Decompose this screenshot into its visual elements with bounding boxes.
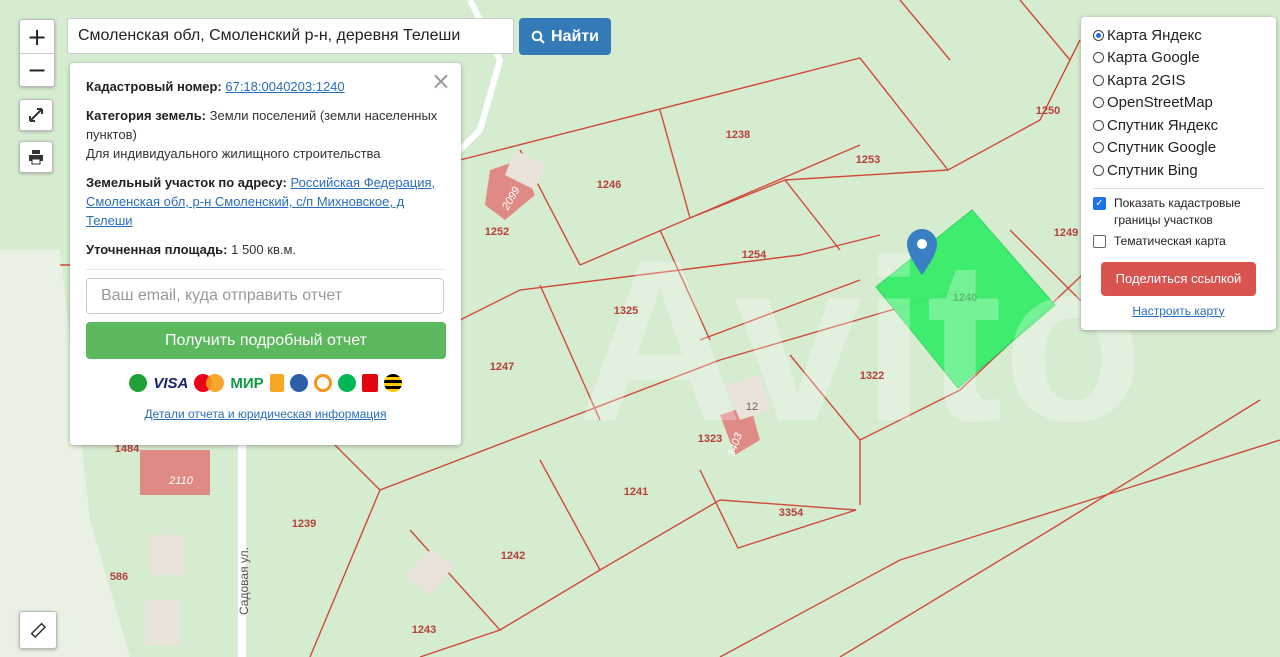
checkbox-checked-icon: ✓ xyxy=(1093,196,1106,210)
parcel-label: 1246 xyxy=(597,179,621,191)
parcel-label: 1323 xyxy=(698,433,722,445)
parcel-label: 1325 xyxy=(614,305,638,317)
radio-icon xyxy=(1093,74,1104,86)
checkbox-icon xyxy=(1093,234,1106,248)
get-report-button[interactable]: Получить подробный отчет xyxy=(86,322,446,359)
layer-option-yandex-map[interactable]: Карта Яндекс xyxy=(1093,24,1264,47)
parcel-label: 1240 xyxy=(953,292,977,304)
webmoney-icon xyxy=(289,374,308,392)
configure-map-link[interactable]: Настроить карту xyxy=(1132,304,1224,318)
zoom-out-button[interactable]: − xyxy=(20,54,54,86)
show-borders-label: Показать кадастровые границы участков xyxy=(1114,195,1241,227)
layers-divider xyxy=(1093,187,1264,189)
beeline-icon xyxy=(383,374,402,392)
email-field[interactable]: Ваш email, куда отправить отчет xyxy=(86,278,444,314)
report-details-link[interactable]: Детали отчета и юридическая информация xyxy=(145,407,387,421)
cadastral-number-link[interactable]: 67:18:0040203:1240 xyxy=(225,79,344,94)
parcel-label: 1243 xyxy=(412,624,436,636)
parcel-label: 1250 xyxy=(1036,105,1060,117)
watermark-text: Avito xyxy=(577,212,1143,469)
radio-selected-icon xyxy=(1093,29,1104,41)
radio-icon xyxy=(1093,142,1104,154)
radio-icon xyxy=(1093,52,1104,64)
ruler-button[interactable] xyxy=(19,611,57,649)
search-button-label: Найти xyxy=(551,27,599,45)
search-input[interactable]: Смоленская обл, Смоленский р-н, деревня … xyxy=(67,18,514,54)
street-label: Садовая ул. xyxy=(237,547,251,615)
layer-option-label: Карта 2GIS xyxy=(1107,71,1186,89)
parcel-label: 1253 xyxy=(856,154,880,166)
radio-icon xyxy=(1093,97,1104,109)
parcel-label: 1252 xyxy=(485,226,509,238)
map-layers-panel: Карта Яндекс Карта Google Карта 2GIS Ope… xyxy=(1081,17,1276,330)
zoom-control: + − xyxy=(19,19,55,87)
layer-option-label: Спутник Яндекс xyxy=(1107,116,1219,134)
layer-option-google-map[interactable]: Карта Google xyxy=(1093,47,1264,70)
layer-option-label: Спутник Bing xyxy=(1107,161,1198,179)
parcel-label: 1238 xyxy=(726,129,750,141)
layer-option-google-satellite[interactable]: Спутник Google xyxy=(1093,137,1264,160)
layer-option-label: Спутник Google xyxy=(1107,139,1217,157)
layer-option-label: Карта Google xyxy=(1107,49,1200,67)
parcel-label: 1241 xyxy=(624,486,648,498)
layer-option-2gis-map[interactable]: Карта 2GIS xyxy=(1093,69,1264,92)
search-icon xyxy=(531,30,545,44)
search-button[interactable]: Найти xyxy=(519,18,611,55)
mts-icon xyxy=(361,374,378,392)
megafon-icon xyxy=(337,374,356,392)
area-value: 1 500 кв.м. xyxy=(231,242,297,257)
usage-value: Для индивидуального жилищного строительс… xyxy=(86,146,381,161)
payment-icons: VISA МИР xyxy=(86,373,445,393)
cadastral-label: Кадастровый номер: xyxy=(86,79,222,94)
parcel-label: 1322 xyxy=(860,370,884,382)
parcel-label: 1249 xyxy=(1054,227,1078,239)
radio-icon xyxy=(1093,119,1104,131)
fullscreen-icon xyxy=(29,108,43,122)
yandex-money-icon xyxy=(269,374,284,392)
qiwi-icon xyxy=(313,374,332,392)
layer-option-bing-satellite[interactable]: Спутник Bing xyxy=(1093,159,1264,182)
layer-option-label: Карта Яндекс xyxy=(1107,26,1202,44)
visa-icon: VISA xyxy=(153,374,189,392)
area-label: Уточненная площадь: xyxy=(86,242,228,257)
print-button[interactable] xyxy=(19,141,53,173)
mir-icon: МИР xyxy=(230,374,264,392)
parcel-label: 3354 xyxy=(779,507,804,519)
parcel-label: 586 xyxy=(110,571,128,583)
layer-option-label: OpenStreetMap xyxy=(1107,94,1213,112)
layer-option-osm[interactable]: OpenStreetMap xyxy=(1093,92,1264,115)
zoom-in-button[interactable]: + xyxy=(20,21,54,53)
category-label: Категория земель: xyxy=(86,108,207,123)
thematic-map-label: Тематическая карта xyxy=(1114,233,1226,248)
parcel-info-popup: × Кадастровый номер: 67:18:0040203:1240 … xyxy=(70,63,461,445)
mastercard-icon xyxy=(194,374,225,392)
address-label: Земельный участок по адресу: xyxy=(86,175,287,190)
building-label: 2110 xyxy=(168,475,194,487)
share-link-button[interactable]: Поделиться ссылкой xyxy=(1101,261,1256,296)
print-icon xyxy=(29,150,43,165)
ruler-icon xyxy=(30,622,47,639)
sberbank-icon xyxy=(129,374,148,392)
show-borders-checkbox[interactable]: ✓ Показать кадастровые границы участков xyxy=(1093,195,1264,229)
fullscreen-button[interactable] xyxy=(19,99,53,131)
info-divider xyxy=(86,269,445,270)
parcel-label: 1239 xyxy=(292,518,316,530)
close-icon[interactable]: × xyxy=(431,67,451,95)
parcel-label: 1254 xyxy=(742,249,767,261)
radio-icon xyxy=(1093,164,1104,176)
building-label: 12 xyxy=(746,401,758,413)
parcel-label: 1247 xyxy=(490,361,514,373)
parcel-label: 1242 xyxy=(501,550,525,562)
layer-option-yandex-satellite[interactable]: Спутник Яндекс xyxy=(1093,114,1264,137)
thematic-map-checkbox[interactable]: Тематическая карта xyxy=(1093,233,1264,250)
